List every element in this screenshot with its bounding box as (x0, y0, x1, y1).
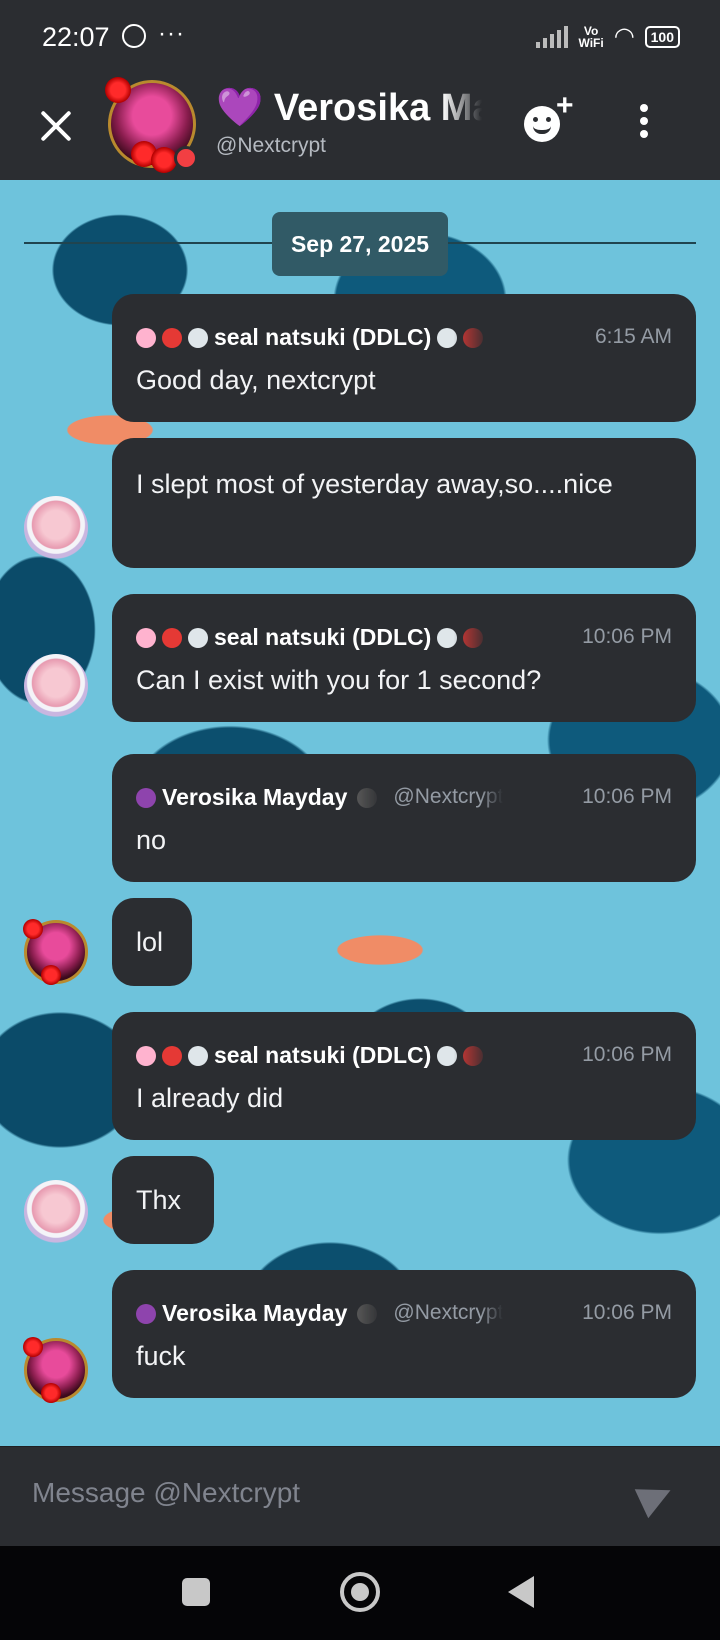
message-item[interactable]: lol (112, 898, 192, 986)
message-item[interactable]: Thx (112, 1156, 214, 1244)
vowifi-indicator: Vo WiFi (578, 23, 604, 50)
message-item[interactable]: seal natsuki (DDLC) 10:06 PM I already d… (112, 1012, 696, 1140)
message-input[interactable]: Message @Nextcrypt (32, 1477, 300, 1509)
avatar[interactable] (23, 919, 88, 985)
message-handle: @Nextcrypt (393, 785, 504, 808)
avatar[interactable] (24, 496, 88, 560)
message-text: Good day, nextcrypt (136, 365, 376, 395)
back-icon[interactable] (508, 1576, 534, 1608)
signal-icon (536, 25, 569, 48)
date-divider: Sep 27, 2025 (272, 212, 448, 276)
message-handle: @Nextcrypt (393, 1301, 504, 1324)
battery-indicator: 100 (644, 25, 680, 48)
message-text: Can I exist with you for 1 second? (136, 665, 542, 695)
status-bar: 22:07 ··· Vo WiFi ◠ 100 (0, 0, 720, 70)
message-author: Verosika Mayday (136, 1300, 383, 1327)
message-item[interactable]: Verosika Mayday @Nextcrypt 10:06 PM fuck (112, 1270, 696, 1398)
home-icon[interactable] (340, 1572, 380, 1612)
message-item[interactable]: I slept most of yesterday away,so....nic… (112, 438, 696, 568)
more-icon[interactable] (640, 104, 648, 144)
message-composer: Message @Nextcrypt (0, 1446, 720, 1547)
message-timestamp: 10:06 PM (582, 1301, 672, 1324)
message-author: seal natsuki (DDLC) (136, 1042, 489, 1069)
add-friend-plus: + (556, 89, 574, 122)
message-text: Thx (136, 1185, 182, 1215)
message-text: I slept most of yesterday away,so....nic… (136, 469, 613, 499)
message-timestamp: 10:06 PM (582, 785, 672, 808)
message-text: I already did (136, 1083, 284, 1113)
message-text: lol (136, 927, 164, 957)
message-item[interactable]: seal natsuki (DDLC) 10:06 PM Can I exist… (112, 594, 696, 722)
close-icon[interactable] (36, 106, 76, 146)
message-author: seal natsuki (DDLC) (136, 324, 489, 351)
message-list[interactable]: Sep 27, 2025 seal natsuki (DDLC) 6:15 AM… (0, 180, 720, 1446)
whatsapp-icon (122, 24, 146, 48)
message-item[interactable]: Verosika Mayday @Nextcrypt 10:06 PM no (112, 754, 696, 882)
message-author: Verosika Mayday (136, 784, 383, 811)
page-title[interactable]: 💜 Verosika Mayday 🖤 (216, 86, 482, 130)
add-friend-icon[interactable] (524, 106, 560, 142)
send-icon[interactable] (634, 1475, 678, 1519)
message-timestamp: 10:06 PM (582, 1043, 672, 1066)
wifi-icon: ◠ (613, 23, 635, 50)
page-subtitle: @Nextcrypt (216, 134, 327, 157)
message-timestamp: 6:15 AM (594, 325, 672, 348)
message-timestamp: 10:06 PM (582, 625, 672, 648)
message-author: seal natsuki (DDLC) (136, 624, 489, 651)
recents-icon[interactable] (182, 1578, 210, 1606)
avatar[interactable] (23, 1337, 88, 1403)
message-text: fuck (136, 1341, 186, 1371)
avatar[interactable] (24, 654, 88, 718)
chat-header: 💜 Verosika Mayday 🖤 @Nextcrypt + (0, 70, 720, 180)
message-item[interactable]: seal natsuki (DDLC) 6:15 AM Good day, ne… (112, 294, 696, 422)
more-notifications-indicator: ··· (158, 20, 185, 47)
top-bar: 22:07 ··· VoWiFi ◠ 100 💜 Verosika Mayday… (0, 0, 720, 180)
system-nav-bar (0, 1546, 720, 1640)
status-time: 22:07 (42, 22, 110, 52)
message-text: no (136, 825, 167, 855)
online-status-dot (174, 146, 198, 170)
avatar[interactable] (24, 1180, 88, 1244)
